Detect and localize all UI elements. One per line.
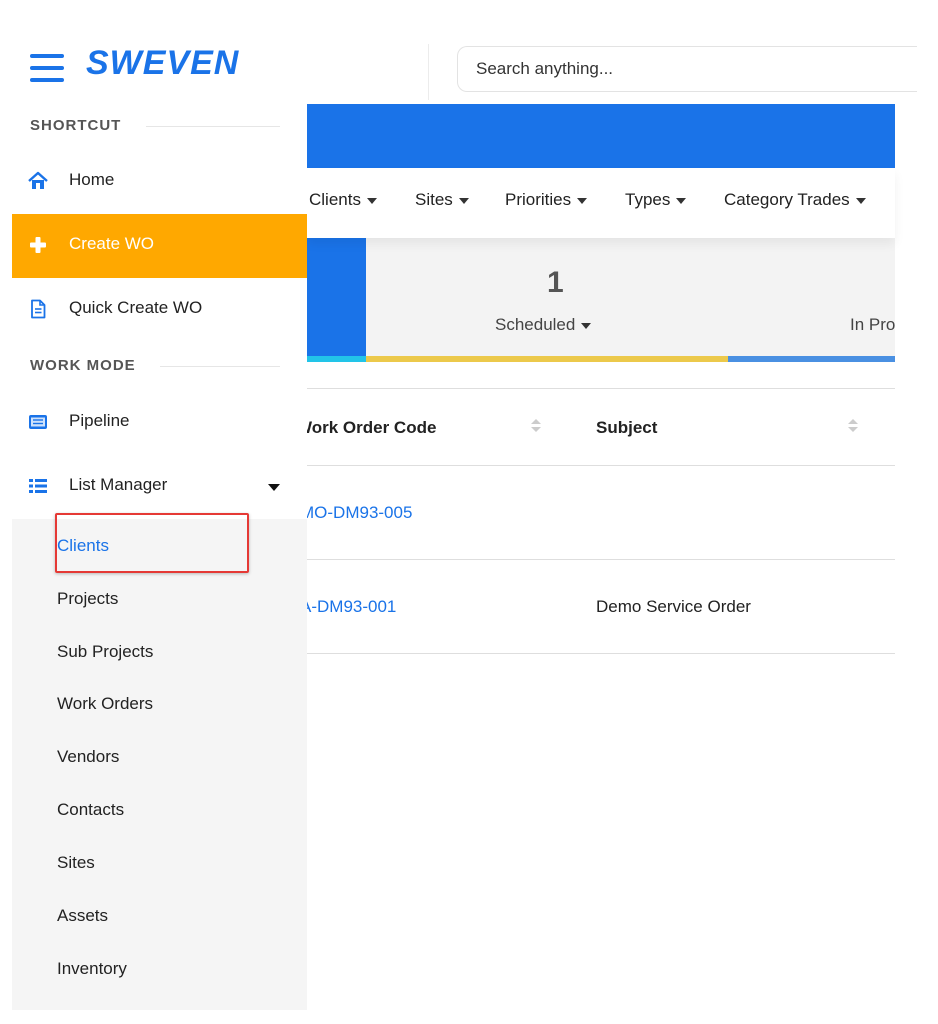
- submenu-item-work-orders[interactable]: Work Orders: [57, 694, 153, 714]
- status-card-active[interactable]: [307, 238, 366, 356]
- section-title-shortcut: SHORTCUT: [30, 117, 122, 134]
- caret-down-icon: [577, 197, 588, 204]
- section-divider: [146, 126, 280, 127]
- sweven-logo[interactable]: SWEVEN: [86, 44, 239, 83]
- sidebar-item-quick-create-wo[interactable]: Quick Create WO: [12, 278, 307, 342]
- sidebar-item-create-wo[interactable]: Create WO: [12, 214, 307, 278]
- filter-bar: Clients Sites Priorities Types Category …: [307, 168, 895, 238]
- caret-down-icon: [676, 197, 687, 204]
- submenu-item-vendors[interactable]: Vendors: [57, 747, 119, 767]
- document-icon: [31, 299, 46, 319]
- chevron-down-icon[interactable]: [268, 484, 280, 491]
- work-order-code-link[interactable]: MO-DM93-005: [300, 503, 412, 523]
- hamburger-menu-icon[interactable]: [30, 54, 64, 82]
- submenu-item-assets[interactable]: Assets: [57, 906, 108, 926]
- filter-sites[interactable]: Sites: [415, 190, 469, 210]
- caret-down-icon: [458, 197, 469, 204]
- status-bar-yellow: [366, 356, 728, 362]
- caret-down-icon: [581, 322, 592, 329]
- sidebar-item-label: Home: [69, 170, 115, 189]
- highlight-box: [55, 513, 249, 573]
- scheduled-dropdown[interactable]: Scheduled: [495, 315, 592, 335]
- sort-icon[interactable]: [848, 417, 858, 435]
- filter-types[interactable]: Types: [625, 190, 687, 210]
- work-order-table: Work Order Code Subject MO-DM93-005 A-DM…: [296, 388, 895, 654]
- sidebar: SWEVEN SHORTCUT Home Create WO Quick Cre…: [0, 0, 307, 1010]
- work-order-code-link[interactable]: A-DM93-001: [300, 597, 396, 617]
- status-bar-cyan: [307, 356, 366, 362]
- sort-icon[interactable]: [531, 417, 541, 435]
- sidebar-item-label: Quick Create WO: [69, 298, 203, 317]
- scheduled-count: 1: [547, 266, 564, 299]
- status-bar-blue: [728, 356, 895, 362]
- table-row: A-DM93-001 Demo Service Order: [300, 560, 895, 654]
- search-input[interactable]: [457, 46, 917, 92]
- filter-priorities[interactable]: Priorities: [505, 190, 588, 210]
- table-header: Work Order Code Subject: [296, 388, 895, 466]
- caret-down-icon: [366, 197, 377, 204]
- col-subject[interactable]: Subject: [596, 418, 657, 438]
- sidebar-item-label: List Manager: [69, 475, 168, 494]
- in-progress-label[interactable]: In Progress: [850, 315, 895, 335]
- filter-clients[interactable]: Clients: [309, 190, 377, 210]
- col-work-order-code[interactable]: Work Order Code: [296, 418, 436, 438]
- sidebar-item-label: Create WO: [69, 234, 155, 253]
- section-divider: [160, 366, 280, 367]
- sidebar-item-list-manager[interactable]: List Manager: [12, 455, 307, 519]
- work-order-subject: Demo Service Order: [596, 597, 751, 616]
- section-title-work-mode: WORK MODE: [30, 357, 136, 374]
- sidebar-item-label: Pipeline: [69, 411, 130, 430]
- pipeline-icon: [29, 415, 47, 429]
- topbar-divider: [428, 44, 429, 100]
- submenu-item-sites[interactable]: Sites: [57, 853, 95, 873]
- status-summary: 1 Scheduled In Progress: [307, 238, 895, 362]
- plus-icon: [30, 237, 46, 253]
- filter-category-trades[interactable]: Category Trades: [724, 190, 866, 210]
- page-header-band: [307, 104, 895, 168]
- sidebar-item-home[interactable]: Home: [12, 150, 307, 214]
- table-row: MO-DM93-005: [300, 466, 895, 560]
- list-icon: [29, 479, 47, 493]
- submenu-item-sub-projects[interactable]: Sub Projects: [57, 642, 153, 662]
- caret-down-icon: [855, 197, 866, 204]
- top-bar: [307, 0, 938, 104]
- sidebar-item-pipeline[interactable]: Pipeline: [12, 391, 307, 455]
- submenu-item-inventory[interactable]: Inventory: [57, 959, 127, 979]
- submenu-item-projects[interactable]: Projects: [57, 589, 118, 609]
- home-icon: [28, 171, 48, 189]
- submenu-item-contacts[interactable]: Contacts: [57, 800, 124, 820]
